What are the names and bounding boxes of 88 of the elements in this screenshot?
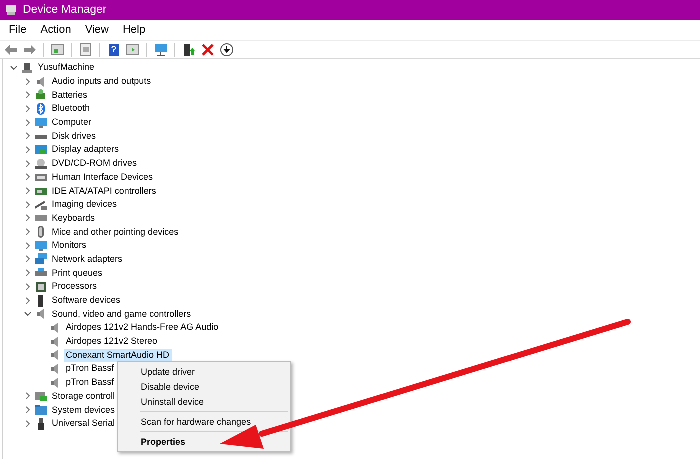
device-icon: [35, 116, 47, 129]
expand-chevron-icon[interactable]: [24, 160, 32, 168]
device-icon: [49, 362, 61, 375]
menu-item[interactable]: Action: [34, 24, 78, 36]
expand-chevron-icon[interactable]: [24, 255, 32, 264]
device-manager-icon: [5, 4, 17, 16]
tree-item[interactable]: Mice and other pointing devices: [50, 226, 181, 239]
context-menu-item[interactable]: Disable device: [118, 379, 290, 394]
device-icon: [35, 144, 47, 156]
expand-chevron-icon[interactable]: [24, 118, 32, 127]
device-icon: [35, 198, 47, 211]
expand-chevron-icon[interactable]: [24, 91, 32, 100]
expand-chevron-icon[interactable]: [24, 132, 32, 140]
tree-item[interactable]: Batteries: [50, 88, 90, 102]
device-icon: [35, 89, 47, 102]
tree-pane-icon[interactable]: [49, 42, 66, 58]
tree-item[interactable]: YusufMachine: [36, 61, 97, 74]
monitor-icon[interactable]: [152, 42, 169, 58]
tree-item[interactable]: Imaging devices: [50, 198, 120, 212]
tree-item[interactable]: Display adapters: [50, 143, 122, 156]
expand-chevron-icon[interactable]: [24, 214, 32, 222]
tree-item[interactable]: Storage controll: [50, 390, 118, 403]
tree-item[interactable]: Print queues: [50, 266, 105, 280]
tree-item[interactable]: IDE ATA/ATAPI controllers: [50, 184, 158, 198]
device-icon: [49, 336, 61, 348]
tree-item[interactable]: pTron Bassf: [64, 376, 116, 390]
expand-chevron-icon[interactable]: [24, 104, 32, 113]
expand-chevron-icon[interactable]: [24, 296, 32, 305]
download-icon[interactable]: [218, 42, 235, 58]
expand-chevron-icon[interactable]: [24, 392, 32, 400]
tree-item[interactable]: Disk drives: [50, 130, 98, 143]
tree-item[interactable]: Human Interface Devices: [50, 170, 156, 184]
device-icon: [35, 308, 47, 320]
expand-chevron-icon[interactable]: [24, 146, 32, 154]
tree-item[interactable]: Keyboards: [50, 212, 98, 225]
device-icon: [35, 102, 47, 115]
tree-item[interactable]: Airdopes 121v2 Hands-Free AG Audio: [64, 321, 221, 334]
device-icon: [35, 240, 47, 252]
device-icon: [35, 390, 47, 402]
expand-chevron-icon[interactable]: [24, 282, 32, 291]
context-menu-item[interactable]: Update driver: [118, 364, 290, 379]
tree-item[interactable]: Universal Serial: [50, 417, 118, 430]
device-icon: [35, 158, 47, 170]
device-icon: [35, 185, 47, 198]
device-icon: [49, 349, 61, 362]
tree-item[interactable]: Network adapters: [50, 252, 125, 266]
tree-item[interactable]: System devices: [50, 404, 118, 417]
expand-chevron-icon[interactable]: [24, 78, 32, 86]
menu-item[interactable]: Help: [116, 24, 153, 36]
expand-chevron-icon[interactable]: [24, 187, 32, 196]
device-icon: [35, 418, 47, 430]
expand-chevron-icon[interactable]: [24, 228, 32, 236]
device-icon: [35, 171, 47, 184]
tree-item[interactable]: Sound, video and game controllers: [50, 308, 194, 321]
device-icon: [35, 76, 47, 88]
expand-chevron-icon[interactable]: [24, 420, 32, 428]
context-menu-item[interactable]: Properties: [118, 434, 290, 449]
expand-chevron-icon[interactable]: [24, 269, 32, 278]
action-pane-icon[interactable]: [124, 42, 141, 58]
tree-item[interactable]: Computer: [50, 116, 94, 130]
delete-icon[interactable]: [199, 42, 216, 58]
tree-item[interactable]: DVD/CD-ROM drives: [50, 157, 140, 170]
tree-item[interactable]: Software devices: [50, 294, 123, 308]
tree-item[interactable]: pTron Bassf: [64, 362, 116, 376]
context-menu-item[interactable]: Uninstall device: [118, 394, 290, 409]
device-icon: [35, 404, 47, 416]
tree-item[interactable]: Monitors: [50, 239, 89, 252]
collapse-chevron-icon[interactable]: [24, 310, 32, 318]
device-icon: [49, 322, 61, 334]
tree-item[interactable]: Processors: [50, 280, 100, 294]
device-icon: [35, 253, 47, 266]
collapse-chevron-icon[interactable]: [10, 64, 18, 72]
device-icon: [49, 376, 61, 389]
tree-item[interactable]: Conexant SmartAudio HD: [64, 348, 172, 362]
context-menu-item[interactable]: Scan for hardware changes: [118, 414, 290, 429]
window-title: Device Manager: [23, 4, 107, 16]
menu-item[interactable]: View: [78, 24, 116, 36]
menu-item[interactable]: File: [2, 24, 34, 36]
expand-chevron-icon[interactable]: [24, 200, 32, 209]
device-icon: [35, 280, 47, 293]
expand-chevron-icon[interactable]: [24, 406, 32, 414]
device-icon: [35, 226, 47, 238]
tree-item[interactable]: Audio inputs and outputs: [50, 75, 154, 88]
device-icon: [21, 62, 33, 74]
tree-item[interactable]: Airdopes 121v2 Stereo: [64, 335, 160, 348]
expand-chevron-icon[interactable]: [24, 173, 32, 182]
tree-item[interactable]: Bluetooth: [50, 102, 92, 116]
expand-chevron-icon[interactable]: [24, 242, 32, 250]
